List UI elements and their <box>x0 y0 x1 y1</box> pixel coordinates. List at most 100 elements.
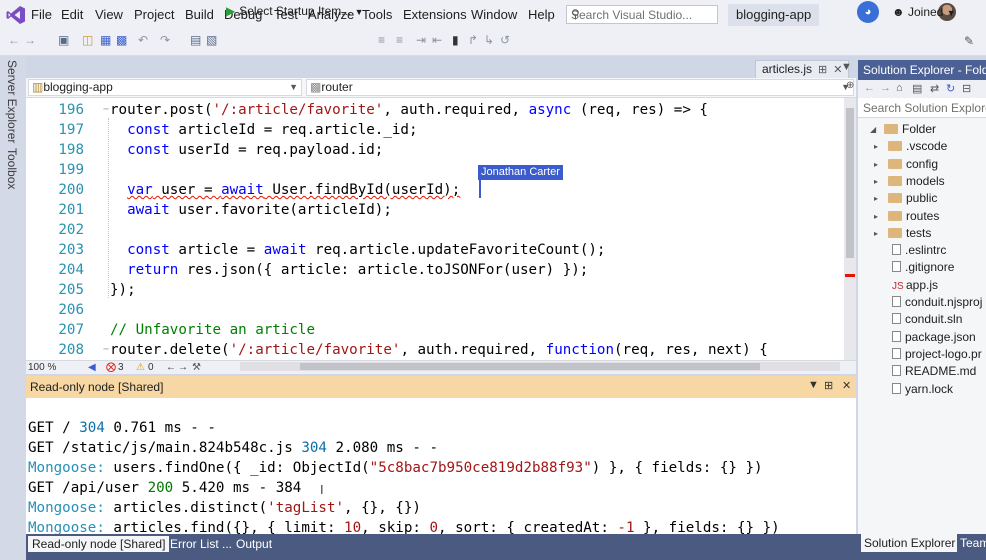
tab-read-only-node[interactable]: Read-only node [Shared] <box>28 536 170 552</box>
home-icon[interactable]: ⌂ <box>896 82 903 94</box>
clear-bookmarks-icon[interactable]: ↺ <box>500 33 510 47</box>
tab-error-list[interactable]: Error List ... <box>166 536 236 552</box>
pin-icon[interactable]: ⊞ <box>824 379 833 392</box>
close-icon[interactable]: ✕ <box>842 379 851 392</box>
undo-icon[interactable]: ↶ <box>138 33 148 47</box>
tree-item-folder[interactable]: public <box>888 190 937 207</box>
new-project-icon[interactable]: ▣ <box>58 33 69 47</box>
tab-output[interactable]: Output <box>232 536 276 552</box>
pin-icon[interactable]: ⊞ <box>818 64 827 76</box>
tab-overflow-icon[interactable]: ▼ <box>841 61 852 73</box>
collapsed-arrow-icon[interactable]: ▸ <box>874 160 878 169</box>
next-bookmark-icon[interactable]: ↳ <box>484 33 494 47</box>
menu-project[interactable]: Project <box>134 7 174 22</box>
toolbox-tab[interactable]: Toolbox <box>5 148 19 189</box>
fold-toggle-icon[interactable]: − <box>103 340 109 360</box>
server-explorer-tab[interactable]: Server Explorer <box>5 60 19 143</box>
fold-toggle-icon[interactable]: − <box>103 100 109 120</box>
tools-icon[interactable]: ⚒ <box>192 361 201 374</box>
forward-icon[interactable]: → <box>24 33 36 47</box>
tree-item-folder[interactable]: tests <box>888 225 931 242</box>
find-icon[interactable]: ▤ <box>190 33 201 47</box>
search-input[interactable]: Search Visual Studio... ⚲ <box>566 5 718 24</box>
collapse-all-icon[interactable]: ⊟ <box>962 82 971 95</box>
collapsed-arrow-icon[interactable]: ▸ <box>874 212 878 221</box>
code-line[interactable]: 208 − router.delete('/:article/favorite', … <box>26 340 844 360</box>
error-count[interactable]: 3 <box>118 361 124 374</box>
uncomment-icon[interactable]: ≡ <box>396 33 403 47</box>
tab-solution-explorer[interactable]: Solution Explorer <box>861 534 957 552</box>
tree-item-file[interactable]: package.json <box>892 329 976 346</box>
prev-bookmark-icon[interactable]: ↱ <box>468 33 478 47</box>
zoom-level[interactable]: 100 % <box>28 361 56 374</box>
redo-icon[interactable]: ↷ <box>160 33 170 47</box>
menu-build[interactable]: Build <box>185 7 214 22</box>
back-icon[interactable]: ← <box>864 82 875 94</box>
collapsed-arrow-icon[interactable]: ▸ <box>874 177 878 186</box>
open-folder-icon[interactable]: ◫ <box>82 33 93 47</box>
refresh-icon[interactable]: ↻ <box>946 82 955 95</box>
tab-articles-js[interactable]: articles.js ⊞ ✕ <box>755 60 850 78</box>
menu-edit[interactable]: Edit <box>61 7 83 22</box>
menu-window[interactable]: Window <box>471 7 517 22</box>
code-editor[interactable]: 196− router.post('/:article/favorite', au… <box>26 98 844 360</box>
expanded-arrow-icon[interactable]: ◢ <box>870 125 876 134</box>
sync-icon[interactable]: ⇄ <box>930 82 939 95</box>
collapsed-arrow-icon[interactable]: ▸ <box>874 142 878 151</box>
scope-dropdown[interactable]: ▩router ▼ <box>306 79 854 96</box>
tree-item-file[interactable]: yarn.lock <box>892 381 953 398</box>
tree-item-folder[interactable]: .vscode <box>888 138 947 155</box>
joined-button[interactable]: ☻ Joined ▼ <box>892 5 956 19</box>
save-all-icon[interactable]: ▩ <box>116 33 127 47</box>
error-squiggle[interactable]: var user = await User.findById(userId); <box>127 182 460 198</box>
editor-horizontal-scrollbar[interactable] <box>240 362 840 371</box>
tree-item-file[interactable]: conduit.sln <box>892 311 962 328</box>
code-line[interactable]: 204 return res.json({ article: article.t… <box>26 260 844 280</box>
tree-item-file[interactable]: .eslintrc <box>892 242 946 259</box>
scroll-thumb[interactable] <box>300 363 760 370</box>
code-line[interactable]: 207 // Unfavorite an article <box>26 320 844 340</box>
collapsed-arrow-icon[interactable]: ▸ <box>874 229 878 238</box>
menu-view[interactable]: View <box>95 7 123 22</box>
tree-item-file[interactable]: .gitignore <box>892 259 954 276</box>
nav-back-icon[interactable]: ◀ <box>88 361 96 374</box>
split-icon[interactable]: ⊕ <box>846 80 854 91</box>
tab-team-explorer[interactable]: Team <box>960 534 986 552</box>
tree-item-folder[interactable]: models <box>888 173 945 190</box>
menu-file[interactable]: File <box>31 7 52 22</box>
menu-extensions[interactable]: Extensions <box>403 7 467 22</box>
tree-item-file[interactable]: project-logo.pr <box>892 346 982 363</box>
tree-item-root[interactable]: Folder <box>884 121 936 138</box>
code-line[interactable]: 197 const articleId = req.article._id; <box>26 120 844 140</box>
code-line[interactable]: 196 − router.post('/:article/favorite', au… <box>26 100 844 120</box>
menu-help[interactable]: Help <box>528 7 555 22</box>
start-button[interactable]: ▶ Select Startup Item... ▼ <box>226 4 364 18</box>
code-line[interactable]: 198 const userId = req.payload.id; <box>26 140 844 160</box>
tree-item-folder[interactable]: config <box>888 156 938 173</box>
editor-vertical-scrollbar[interactable] <box>844 98 856 360</box>
project-dropdown[interactable]: ▥blogging-app ▼ <box>28 79 302 96</box>
code-line[interactable]: 200 var user = await User.findById(userI… <box>26 180 844 200</box>
nav-prev-icon[interactable]: ← <box>166 361 176 374</box>
save-icon[interactable]: ▦ <box>100 33 111 47</box>
bookmark-icon[interactable]: ▮ <box>452 33 459 47</box>
tree-item-file[interactable]: README.md <box>892 363 976 380</box>
live-share-icon[interactable]: ◕ <box>857 1 879 23</box>
comment-icon[interactable]: ≡ <box>378 33 385 47</box>
nav-next-icon[interactable]: → <box>178 361 188 374</box>
code-line[interactable]: 201 await user.favorite(articleId); <box>26 200 844 220</box>
indent-icon[interactable]: ⇥ <box>416 33 426 47</box>
solution-search-input[interactable]: Search Solution Explore <box>858 98 986 118</box>
code-line[interactable]: 202 <box>26 220 844 240</box>
warning-count[interactable]: 0 <box>148 361 154 374</box>
switch-views-icon[interactable]: ▤ <box>912 82 922 95</box>
window-menu-icon[interactable]: ▼ <box>808 379 819 391</box>
terminal-output[interactable]: GET / 304 0.761 ms - - GET /static/js/mai… <box>26 398 856 534</box>
visual-studio-logo-icon[interactable] <box>6 5 26 25</box>
scroll-thumb[interactable] <box>846 108 854 258</box>
find-in-files-icon[interactable]: ▧ <box>206 33 217 47</box>
feedback-icon[interactable]: ✎ <box>964 34 974 48</box>
tree-item-folder[interactable]: routes <box>888 208 939 225</box>
menu-tools[interactable]: Tools <box>362 7 392 22</box>
code-line[interactable]: 206 <box>26 300 844 320</box>
